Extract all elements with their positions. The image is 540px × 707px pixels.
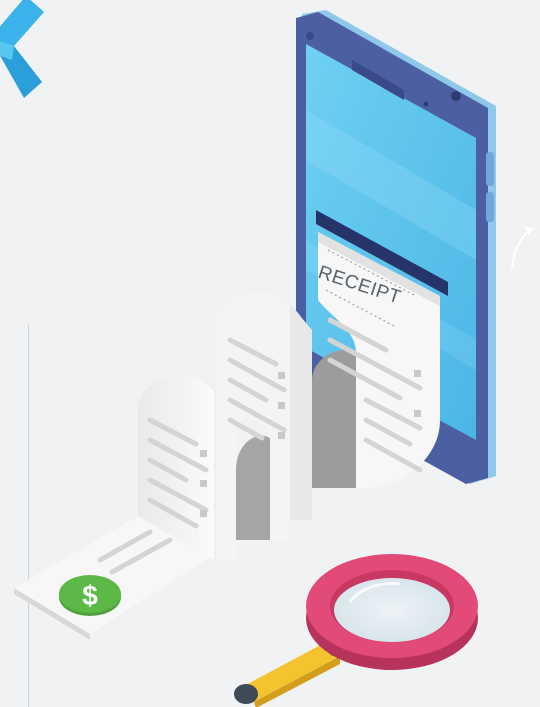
coin-symbol: $: [82, 580, 98, 611]
arrow-accent: [511, 229, 531, 269]
illustration-scene: $ RECEIPT: [0, 0, 540, 707]
dollar-coin-icon: $: [59, 575, 121, 616]
magnifying-glass-icon[interactable]: [234, 554, 478, 707]
back-chevron-icon[interactable]: [0, 0, 44, 98]
illustration-svg: $: [0, 0, 534, 707]
